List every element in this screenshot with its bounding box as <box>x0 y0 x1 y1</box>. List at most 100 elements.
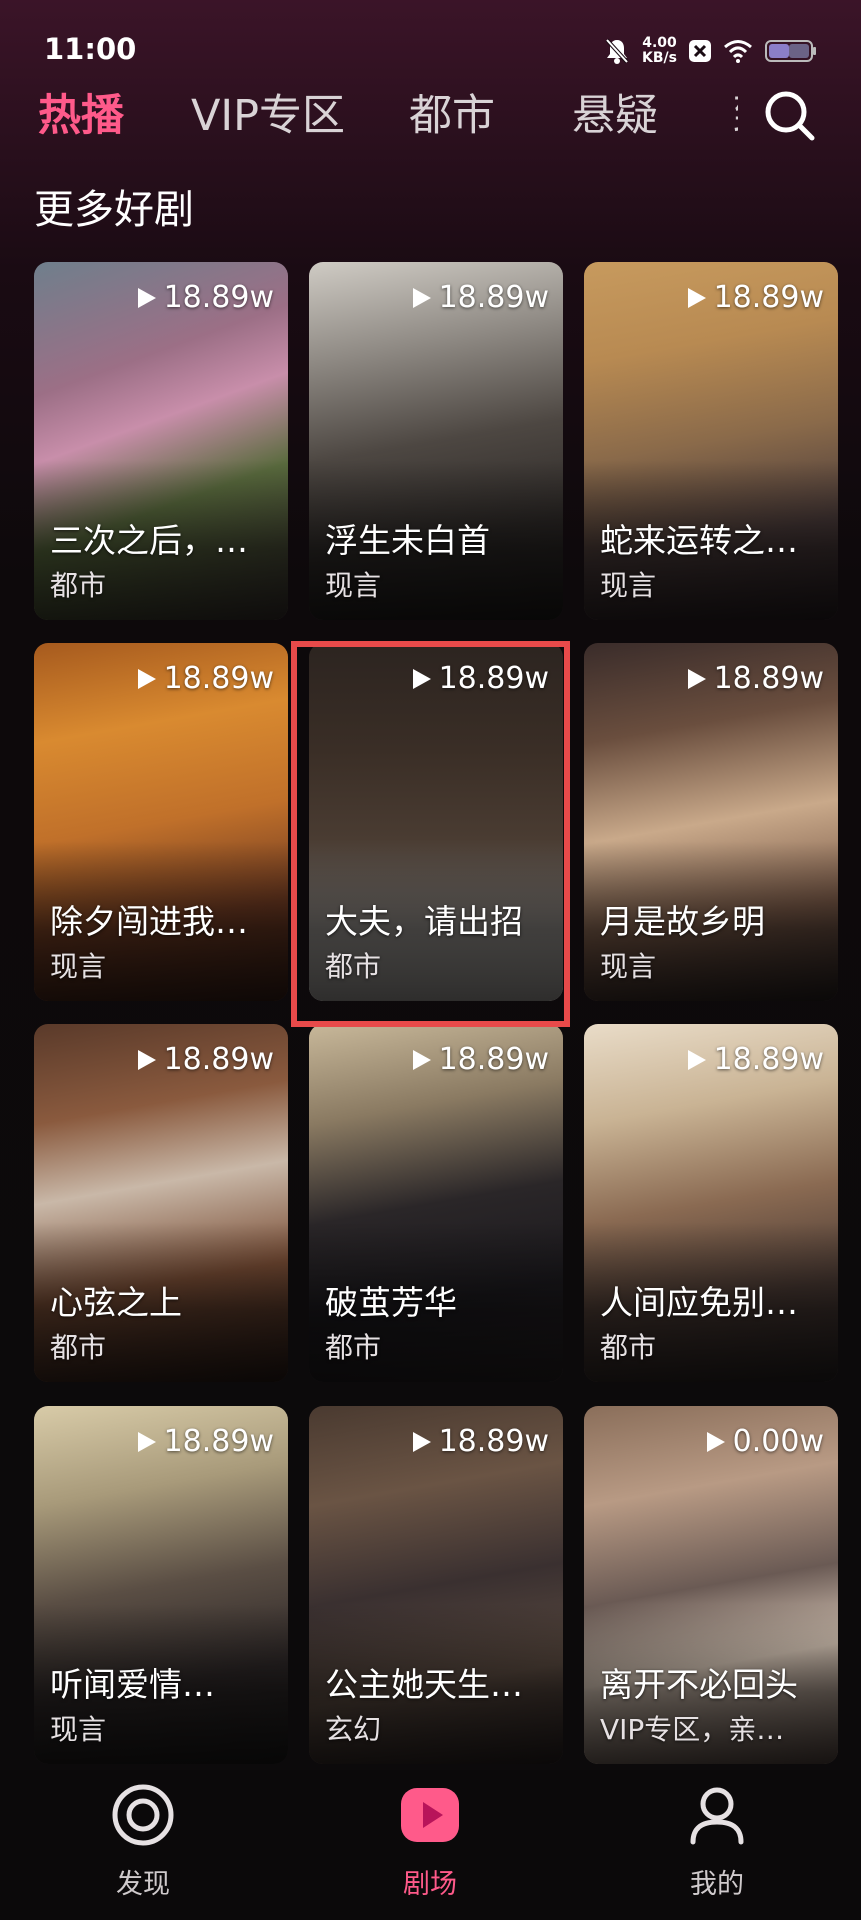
drama-title: 离开不必回头 <box>600 1665 798 1704</box>
view-count-text: 18.89w <box>163 280 274 315</box>
view-count: 18.89w <box>136 1042 274 1077</box>
drama-card[interactable]: 18.89w 蛇来运转之… 现言 <box>584 262 838 620</box>
play-icon <box>412 1431 431 1452</box>
play-icon <box>687 668 706 689</box>
drama-genre: 现言 <box>50 950 107 983</box>
view-count: 18.89w <box>686 661 824 696</box>
view-count-text: 18.89w <box>713 661 824 696</box>
mute-icon <box>605 38 629 64</box>
drama-genre: 现言 <box>600 950 657 983</box>
view-count-text: 18.89w <box>163 1042 274 1077</box>
play-icon <box>137 1049 156 1070</box>
play-icon <box>137 1431 156 1452</box>
tab-mystery[interactable]: 悬疑 <box>572 86 658 146</box>
drama-genre: 现言 <box>600 569 657 602</box>
drama-genre: 都市 <box>50 569 107 602</box>
view-count: 18.89w <box>411 661 549 696</box>
drama-genre: 现言 <box>50 1713 107 1746</box>
drama-card[interactable]: 18.89w 心弦之上 都市 <box>34 1024 288 1382</box>
drama-card[interactable]: 18.89w 破茧芳华 都市 <box>309 1024 563 1382</box>
play-icon <box>412 1049 431 1070</box>
tab-vip[interactable]: VIP专区 <box>191 86 345 146</box>
nav-label: 发现 <box>116 1869 170 1900</box>
nav-label: 剧场 <box>403 1869 457 1900</box>
drama-card[interactable]: 18.89w 浮生未白首 现言 <box>309 262 563 620</box>
drama-card[interactable]: 18.89w 大夫，请出招 都市 <box>309 643 563 1001</box>
play-icon <box>137 668 156 689</box>
play-icon <box>412 668 431 689</box>
search-button[interactable] <box>758 84 822 148</box>
tab-city[interactable]: 都市 <box>409 86 495 146</box>
drama-genre: 都市 <box>50 1331 107 1364</box>
view-count: 18.89w <box>136 280 274 315</box>
drama-title: 心弦之上 <box>50 1283 182 1322</box>
network-speed-value: 4.00 <box>642 35 677 51</box>
view-count-text: 18.89w <box>438 1042 549 1077</box>
drama-title: 蛇来运转之… <box>600 521 798 560</box>
drama-title: 除夕闯进我… <box>50 902 248 941</box>
theater-play-icon <box>401 1788 459 1842</box>
bottom-nav: 发现 剧场 我的 <box>0 1770 861 1920</box>
nav-label: 我的 <box>690 1869 744 1900</box>
view-count-text: 18.89w <box>163 1424 274 1459</box>
view-count: 18.89w <box>411 280 549 315</box>
drama-title: 破茧芳华 <box>325 1283 457 1322</box>
drama-title: 月是故乡明 <box>600 902 765 941</box>
view-count-text: 18.89w <box>438 661 549 696</box>
nav-item-discover[interactable]: 发现 <box>73 1782 213 1912</box>
drama-genre: VIP专区，亲… <box>600 1713 785 1746</box>
drama-card[interactable]: 18.89w 公主她天生… 玄幻 <box>309 1406 563 1764</box>
drama-card[interactable]: 18.89w 人间应免别… 都市 <box>584 1024 838 1382</box>
view-count-text: 18.89w <box>713 280 824 315</box>
wifi-icon <box>724 40 752 63</box>
notification-x-icon <box>689 40 711 62</box>
drama-title: 公主她天生… <box>325 1665 523 1704</box>
status-bar: 11:00 4.00 KB/s <box>0 0 861 100</box>
drama-title: 人间应免别… <box>600 1283 798 1322</box>
view-count: 18.89w <box>686 1042 824 1077</box>
nav-item-profile[interactable]: 我的 <box>647 1782 787 1912</box>
view-count: 18.89w <box>411 1042 549 1077</box>
drama-title: 三次之后，… <box>50 521 248 560</box>
play-icon <box>412 287 431 308</box>
status-time: 11:00 <box>44 32 137 66</box>
play-icon <box>706 1431 725 1452</box>
drama-card[interactable]: 18.89w 月是故乡明 现言 <box>584 643 838 1001</box>
play-icon <box>137 287 156 308</box>
view-count-text: 18.89w <box>713 1042 824 1077</box>
profile-icon <box>690 1787 744 1845</box>
drama-card[interactable]: 0.00w 离开不必回头 VIP专区，亲… <box>584 1406 838 1764</box>
app-screen: 11:00 4.00 KB/s 热播 VIP专区 都市 悬疑 更多好剧 18.8… <box>0 0 861 1920</box>
view-count: 18.89w <box>136 1424 274 1459</box>
network-speed: 4.00 KB/s <box>642 36 677 66</box>
drama-genre: 都市 <box>600 1331 657 1364</box>
view-count-text: 18.89w <box>163 661 274 696</box>
battery-icon <box>765 40 816 62</box>
discover-icon <box>112 1784 174 1846</box>
nav-item-theater[interactable]: 剧场 <box>360 1782 500 1912</box>
drama-card[interactable]: 18.89w 三次之后，… 都市 <box>34 262 288 620</box>
drama-card[interactable]: 18.89w 除夕闯进我… 现言 <box>34 643 288 1001</box>
view-count: 18.89w <box>686 280 824 315</box>
status-icons: 4.00 KB/s <box>604 34 817 68</box>
play-icon <box>687 1049 706 1070</box>
view-count-text: 18.89w <box>438 1424 549 1459</box>
view-count: 0.00w <box>705 1424 824 1459</box>
network-speed-unit: KB/s <box>642 50 677 66</box>
view-count: 18.89w <box>136 661 274 696</box>
view-count-text: 18.89w <box>438 280 549 315</box>
tab-partial[interactable]: 致 <box>733 86 738 146</box>
tab-hot[interactable]: 热播 <box>38 86 124 146</box>
drama-genre: 都市 <box>325 1331 382 1364</box>
drama-title: 浮生未白首 <box>325 521 490 560</box>
drama-title: 听闻爱情… <box>50 1665 215 1704</box>
section-title: 更多好剧 <box>34 187 194 233</box>
drama-genre: 现言 <box>325 569 382 602</box>
category-tabs: 热播 VIP专区 都市 悬疑 致 <box>38 86 738 146</box>
view-count: 18.89w <box>411 1424 549 1459</box>
drama-genre: 玄幻 <box>325 1713 382 1746</box>
drama-card[interactable]: 18.89w 听闻爱情… 现言 <box>34 1406 288 1764</box>
drama-genre: 都市 <box>325 950 382 983</box>
view-count-text: 0.00w <box>732 1424 824 1459</box>
search-icon <box>765 91 815 141</box>
